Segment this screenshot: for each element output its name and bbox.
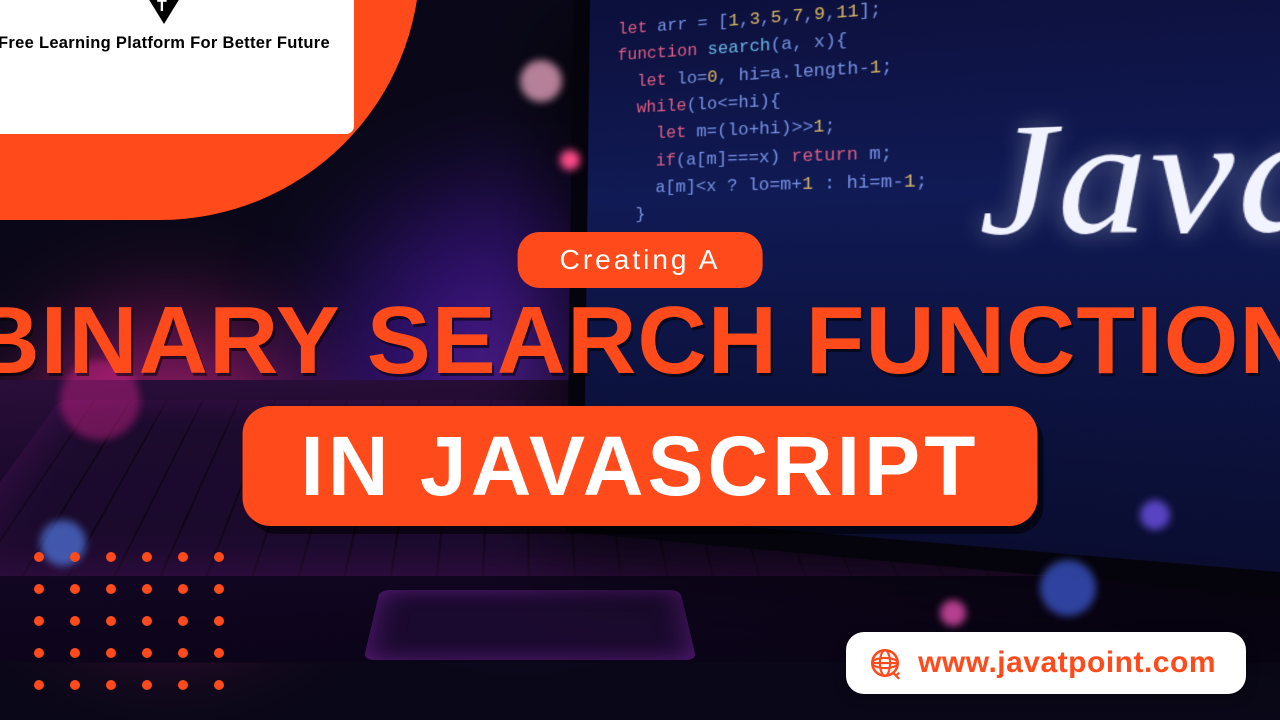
globe-icon (868, 646, 902, 680)
java-word: Java (979, 72, 1280, 274)
brand-tagline: Free Learning Platform For Better Future (0, 34, 330, 53)
url-chip[interactable]: www.javatpoint.com (846, 632, 1246, 694)
promo-banner: let arr = [1,3,5,7,9,11]; function searc… (0, 0, 1280, 720)
url-text: www.javatpoint.com (918, 646, 1216, 680)
brand-card: Free Learning Platform For Better Future (0, 0, 354, 134)
sub-text: IN JAVASCRIPT (301, 419, 980, 513)
sub-pill: IN JAVASCRIPT (243, 406, 1038, 526)
brand-logo-icon (148, 0, 180, 24)
kicker-pill: Creating A (518, 232, 763, 288)
headline: BINARY SEARCH FUNCTION (0, 286, 1280, 396)
decorative-dot-grid (34, 552, 228, 694)
kicker-text: Creating A (560, 244, 721, 275)
